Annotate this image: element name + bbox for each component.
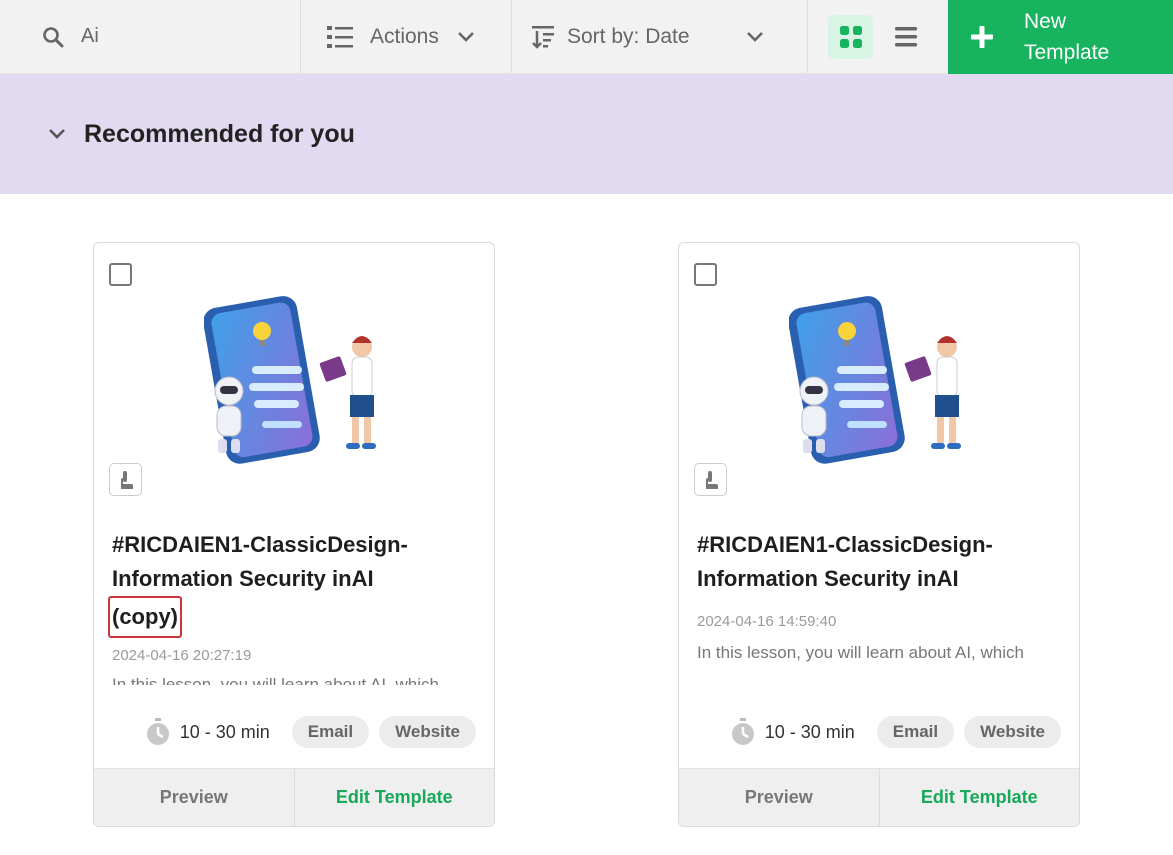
select-checkbox[interactable] bbox=[109, 263, 132, 286]
timer-icon bbox=[146, 718, 169, 745]
card-description: In this lesson, you will learn about AI,… bbox=[697, 643, 1024, 662]
card-meta: 10 - 30 min Email Website bbox=[679, 715, 1079, 749]
tag-email: Email bbox=[876, 716, 955, 748]
ai-security-illustration bbox=[204, 296, 376, 464]
edit-template-button[interactable]: Edit Template bbox=[295, 769, 495, 826]
ai-security-illustration bbox=[789, 296, 961, 464]
section-title: Recommended for you bbox=[84, 119, 355, 148]
card-meta: 10 - 30 min Email Website bbox=[94, 715, 494, 749]
chevron-down-icon bbox=[49, 129, 65, 139]
sort-label: Sort by: Date bbox=[567, 24, 690, 48]
tag-website: Website bbox=[964, 716, 1061, 748]
duration: 10 - 30 min bbox=[179, 721, 270, 742]
chevron-down-icon bbox=[746, 31, 763, 42]
tag-website: Website bbox=[379, 716, 476, 748]
sort-dropdown[interactable]: Sort by: Date bbox=[512, 0, 808, 73]
card-title-text: #RICDAIEN1-ClassicDesign-Information Sec… bbox=[112, 532, 408, 591]
recommended-section-header[interactable]: Recommended for you bbox=[0, 74, 1173, 194]
select-checkbox[interactable] bbox=[694, 263, 717, 286]
search-box[interactable]: Ai bbox=[0, 0, 301, 73]
touch-icon bbox=[109, 463, 142, 496]
card-description: In this lesson, you will learn about AI,… bbox=[112, 675, 439, 685]
grid-view-button[interactable] bbox=[828, 14, 873, 59]
timer-icon bbox=[731, 718, 754, 745]
card-footer: Preview Edit Template bbox=[679, 768, 1079, 826]
card-date: 2024-04-16 14:59:40 bbox=[697, 613, 837, 630]
preview-button[interactable]: Preview bbox=[94, 769, 295, 826]
template-card[interactable]: #RICDAIEN1-ClassicDesign-Information Sec… bbox=[678, 242, 1080, 827]
actions-dropdown[interactable]: Actions bbox=[301, 0, 512, 73]
card-title: #RICDAIEN1-ClassicDesign-Information Sec… bbox=[697, 532, 993, 591]
preview-button[interactable]: Preview bbox=[679, 769, 880, 826]
touch-icon bbox=[694, 463, 727, 496]
card-footer: Preview Edit Template bbox=[94, 768, 494, 826]
actions-label: Actions bbox=[370, 24, 439, 48]
search-input[interactable]: Ai bbox=[81, 25, 99, 48]
grid-icon bbox=[839, 25, 862, 48]
edit-template-button[interactable]: Edit Template bbox=[880, 769, 1080, 826]
list-icon bbox=[894, 26, 917, 46]
search-icon bbox=[43, 26, 64, 47]
list-bullets-icon bbox=[327, 25, 353, 48]
card-date: 2024-04-16 20:27:19 bbox=[112, 647, 252, 664]
template-card[interactable]: #RICDAIEN1-ClassicDesign-Information Sec… bbox=[93, 242, 495, 827]
chevron-down-icon bbox=[457, 31, 474, 42]
copy-tag: (copy) bbox=[108, 596, 182, 638]
plus-icon bbox=[971, 26, 993, 48]
view-toggle bbox=[808, 0, 948, 73]
tag-email: Email bbox=[291, 716, 370, 748]
sort-icon bbox=[532, 25, 554, 49]
duration: 10 - 30 min bbox=[764, 721, 855, 742]
new-template-button[interactable]: New Template bbox=[948, 0, 1173, 74]
list-view-button[interactable] bbox=[883, 15, 928, 59]
new-template-label: New Template bbox=[1024, 10, 1110, 64]
card-title: #RICDAIEN1-ClassicDesign-Information Sec… bbox=[108, 528, 472, 638]
